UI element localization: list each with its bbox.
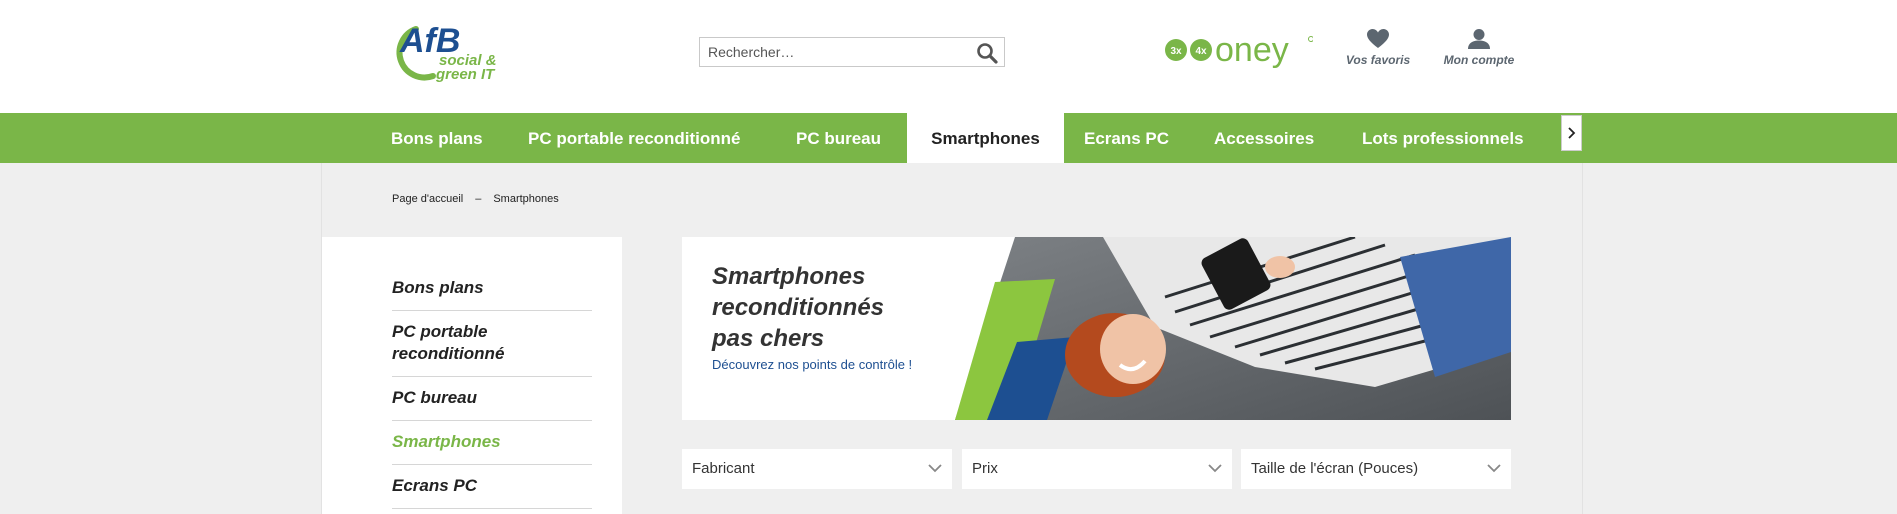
breadcrumb-current: Smartphones (493, 193, 559, 205)
filter-screen-size-label: Taille de l'écran (Pouces) (1251, 460, 1419, 477)
sidebar-item-bons-plans[interactable]: Bons plans (392, 277, 592, 299)
account-link[interactable]: Mon compte (1434, 28, 1524, 67)
logo-tagline-2: green IT (435, 66, 496, 83)
filter-screen-size-dropdown[interactable]: Taille de l'écran (Pouces) (1241, 449, 1511, 489)
oney-payment-badge[interactable]: 3x 4x oney (1163, 29, 1313, 73)
banner-title-line-3: pas chers (712, 325, 825, 352)
sidebar-divider (392, 508, 592, 509)
breadcrumb-home-link[interactable]: Page d'accueil (392, 193, 463, 205)
chevron-down-icon (1208, 464, 1222, 473)
breadcrumb-separator: – (475, 193, 482, 205)
breadcrumb: Page d'accueil – Smartphones (392, 193, 559, 205)
sidebar-divider (392, 420, 592, 421)
banner-title-line-1: Smartphones (712, 263, 866, 290)
filter-price-label: Prix (972, 460, 998, 477)
user-icon (1468, 29, 1490, 49)
sidebar-item-ecrans-pc[interactable]: Ecrans PC (392, 475, 592, 497)
nav-item-pc-bureau[interactable]: PC bureau (776, 113, 901, 163)
banner-title-line-2: reconditionnés (712, 294, 885, 321)
filter-price-dropdown[interactable]: Prix (962, 449, 1232, 489)
sidebar-item-smartphones[interactable]: Smartphones (392, 431, 592, 453)
oney-4x-badge: 4x (1195, 46, 1207, 57)
favorites-link[interactable]: Vos favoris (1333, 28, 1423, 67)
sidebar-divider (392, 310, 592, 311)
nav-item-accessoires[interactable]: Accessoires (1194, 113, 1334, 163)
category-banner[interactable]: Smartphones reconditionnés pas chers Déc… (682, 237, 1511, 420)
nav-item-ecrans-pc[interactable]: Ecrans PC (1064, 113, 1189, 163)
nav-item-lots-professionnels[interactable]: Lots professionnels (1342, 113, 1544, 163)
sidebar-item-pc-bureau[interactable]: PC bureau (392, 387, 592, 409)
search-icon[interactable] (976, 42, 998, 64)
category-sidebar: Bons plans PC portable reconditionné PC … (322, 237, 622, 514)
nav-item-bons-plans[interactable]: Bons plans (371, 113, 503, 163)
sidebar-item-pc-portable[interactable]: PC portable reconditionné (392, 321, 592, 365)
filter-manufacturer-label: Fabricant (692, 460, 755, 477)
heart-icon (1367, 29, 1389, 48)
banner-title: Smartphones reconditionnés pas chers (712, 261, 942, 354)
chevron-down-icon (1487, 464, 1501, 473)
sidebar-divider (392, 376, 592, 377)
chevron-right-icon (1568, 127, 1576, 139)
afb-logo[interactable]: AfB social & green IT (383, 16, 513, 84)
search-box (699, 37, 1005, 67)
banner-subtitle-link[interactable]: Découvrez nos points de contrôle ! (712, 357, 912, 372)
account-label: Mon compte (1443, 53, 1515, 67)
oney-3x-badge: 3x (1170, 46, 1182, 57)
site-header: AfB social & green IT 3x 4x oney Vos fav… (0, 0, 1897, 113)
nav-scroll-next-button[interactable] (1561, 115, 1582, 151)
search-input[interactable] (708, 38, 968, 66)
nav-item-pc-portable[interactable]: PC portable reconditionné (508, 113, 761, 163)
chevron-down-icon (928, 464, 942, 473)
oney-label: oney (1215, 31, 1289, 69)
main-nav: Bons plans PC portable reconditionné PC … (0, 113, 1897, 163)
favorites-label: Vos favoris (1345, 53, 1411, 67)
banner-photo-smiling-woman-with-phone (955, 237, 1511, 420)
filter-manufacturer-dropdown[interactable]: Fabricant (682, 449, 952, 489)
nav-item-smartphones[interactable]: Smartphones (907, 113, 1064, 163)
sidebar-divider (392, 464, 592, 465)
